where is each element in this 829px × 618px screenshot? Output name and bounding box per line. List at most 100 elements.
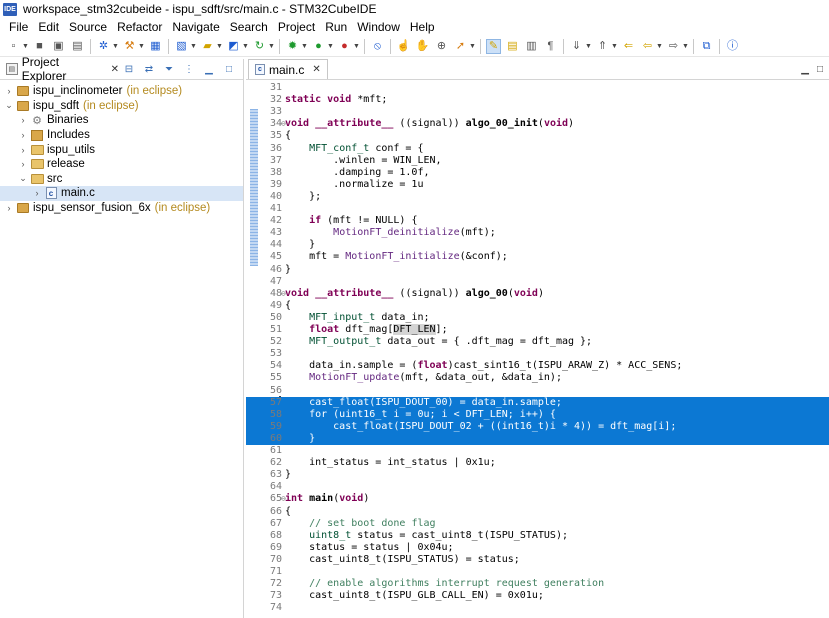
chevron-right-icon[interactable]: ›	[18, 145, 28, 155]
code-line[interactable]: 44 }	[246, 239, 829, 251]
tree-item-ispu-sdft[interactable]: ⌄ ispu_sdft (in eclipse)	[0, 99, 243, 114]
menu-run[interactable]: Run	[320, 20, 352, 34]
block-selection-icon[interactable]: ▥	[524, 39, 539, 54]
link-with-editor-icon[interactable]: ⇄	[143, 63, 155, 75]
code-line[interactable]: 52 MFT_output_t data_out = { .dft_mag = …	[246, 336, 829, 348]
save-all-icon[interactable]: ▣	[51, 39, 66, 54]
next-annotation-icon[interactable]: ⇓	[569, 39, 584, 54]
code-line[interactable]: 43 MotionFT_deinitialize(mft);	[246, 227, 829, 239]
code-line[interactable]: 48 ⊖ void __attribute__ ((signal)) algo_00…	[246, 288, 829, 300]
code-line[interactable]: 35{	[246, 130, 829, 142]
code-line[interactable]: 69 status = status | 0x04u;	[246, 542, 829, 554]
save-icon[interactable]: ■	[32, 39, 47, 54]
back-arrow-icon[interactable]: ⇦	[640, 39, 655, 54]
menu-refactor[interactable]: Refactor	[112, 20, 167, 34]
code-line[interactable]: 49{	[246, 300, 829, 312]
chevron-right-icon[interactable]: ›	[18, 130, 28, 140]
device-config-icon[interactable]: ▦	[148, 39, 163, 54]
show-whitespace-icon[interactable]: ▤	[505, 39, 520, 54]
code-line[interactable]: 57 cast_float(ISPU_DOUT_00) = data_in.sa…	[246, 396, 829, 409]
tree-item-includes[interactable]: › Includes	[0, 128, 243, 143]
forward-arrow-icon[interactable]: ⇨	[666, 39, 681, 54]
code-line[interactable]: 71	[246, 566, 829, 578]
open-folder-icon[interactable]: ▰	[200, 39, 215, 54]
menu-window[interactable]: Window	[352, 20, 405, 34]
launch-rocket-icon[interactable]: ➚	[453, 39, 468, 54]
refresh-icon[interactable]: ↻	[252, 39, 267, 54]
next-annotation-dropdown-arrow-icon[interactable]: ▼	[585, 39, 592, 54]
build-dropdown-arrow-icon[interactable]: ▼	[138, 39, 145, 54]
code-line[interactable]: 41	[246, 203, 829, 215]
code-line[interactable]: 64	[246, 481, 829, 493]
run-icon[interactable]: ●	[311, 39, 326, 54]
tree-item-main-c[interactable]: › c main.c	[0, 186, 243, 201]
open-task-icon[interactable]: ✋	[415, 39, 430, 54]
external-tools-dropdown-arrow-icon[interactable]: ▼	[353, 39, 360, 54]
menu-search[interactable]: Search	[225, 20, 273, 34]
code-line[interactable]: 38 .damping = 1.0f,	[246, 167, 829, 179]
code-line[interactable]: 51 float dft_mag[DFT_LEN];	[246, 324, 829, 336]
print-icon[interactable]: ▤	[70, 39, 85, 54]
code-line[interactable]: 61	[246, 445, 829, 457]
menu-source[interactable]: Source	[64, 20, 112, 34]
code-line[interactable]: 46}	[246, 264, 829, 276]
code-line[interactable]: 33	[246, 106, 829, 118]
minimize-icon[interactable]: ▁	[801, 64, 809, 75]
code-line[interactable]: 34 ⊖ void __attribute__ ((signal)) algo_00…	[246, 118, 829, 130]
code-line[interactable]: 50 MFT_input_t data_in;	[246, 312, 829, 324]
forward-dropdown-arrow-icon[interactable]: ▼	[682, 39, 689, 54]
debug-bug-icon[interactable]: ✹	[285, 39, 300, 54]
code-line[interactable]: 55 MotionFT_update(mft, &data_out, &data…	[246, 372, 829, 384]
previous-annotation-icon[interactable]: ⇑	[595, 39, 610, 54]
maximize-icon[interactable]: □	[817, 64, 823, 75]
tree-item-binaries[interactable]: › ⚙ Binaries	[0, 113, 243, 128]
menu-navigate[interactable]: Navigate	[167, 20, 224, 34]
open-folder-dropdown-arrow-icon[interactable]: ▼	[216, 39, 223, 54]
menu-file[interactable]: File	[4, 20, 33, 34]
information-icon[interactable]: ⓘ	[725, 39, 740, 54]
minimize-icon[interactable]: ▁	[203, 63, 215, 75]
new-dropdown-arrow-icon[interactable]: ▼	[22, 39, 29, 54]
code-line[interactable]: 40 };	[246, 191, 829, 203]
code-line[interactable]: 47	[246, 276, 829, 288]
debug-dropdown-arrow-icon[interactable]: ▼	[301, 39, 308, 54]
maximize-icon[interactable]: □	[223, 63, 235, 75]
code-line[interactable]: 74	[246, 602, 829, 614]
new-icon[interactable]: ▫	[6, 39, 21, 54]
code-line[interactable]: 63}	[246, 469, 829, 481]
tab-main-c[interactable]: c main.c ✕	[248, 59, 328, 79]
chevron-right-icon[interactable]: ›	[18, 159, 28, 169]
chevron-right-icon[interactable]: ›	[4, 203, 14, 213]
code-line[interactable]: 37 .winlen = WIN_LEN,	[246, 155, 829, 167]
settings-dropdown-arrow-icon[interactable]: ▼	[112, 39, 119, 54]
launch-dropdown-arrow-icon[interactable]: ▼	[469, 39, 476, 54]
code-line[interactable]: 58 for (uint16_t i = 0u; i < DFT_LEN; i+…	[246, 408, 829, 421]
chevron-right-icon[interactable]: ›	[4, 86, 14, 96]
code-line[interactable]: 73 cast_uint8_t(ISPU_GLB_CALL_EN) = 0x01…	[246, 590, 829, 602]
build-hammer-icon[interactable]: ⚒	[122, 39, 137, 54]
code-line[interactable]: 65 ⊖ int main(void)	[246, 493, 829, 505]
search-hand-icon[interactable]: ☝	[396, 39, 411, 54]
skip-breakpoints-icon[interactable]: ⦸	[370, 39, 385, 54]
code-line[interactable]: 60 }	[246, 432, 829, 445]
code-line[interactable]: 45 mft = MotionFT_initialize(&conf);	[246, 251, 829, 263]
code-line[interactable]: 53	[246, 348, 829, 360]
chevron-right-icon[interactable]: ›	[32, 188, 42, 198]
close-icon[interactable]: ✕	[111, 64, 119, 75]
new-project-dropdown-arrow-icon[interactable]: ▼	[190, 39, 197, 54]
new-class-dropdown-arrow-icon[interactable]: ▼	[242, 39, 249, 54]
tree-item-release[interactable]: › release	[0, 157, 243, 172]
chevron-down-icon[interactable]: ⌄	[18, 173, 28, 184]
code-line[interactable]: 39 .normalize = 1u	[246, 179, 829, 191]
external-tools-icon[interactable]: ●	[337, 39, 352, 54]
new-project-icon[interactable]: ▧	[174, 39, 189, 54]
last-edit-location-icon[interactable]: ⇐	[621, 39, 636, 54]
menu-help[interactable]: Help	[405, 20, 440, 34]
menu-edit[interactable]: Edit	[33, 20, 64, 34]
refresh-dropdown-arrow-icon[interactable]: ▼	[268, 39, 275, 54]
open-perspective-icon[interactable]: ⧉	[699, 39, 714, 54]
run-dropdown-arrow-icon[interactable]: ▼	[327, 39, 334, 54]
code-editor[interactable]: 31 32 static void *mft; 33 34 ⊖ void __attribu…	[246, 81, 829, 618]
filter-icon[interactable]: ⏷	[163, 63, 175, 75]
collapse-all-icon[interactable]: ⊟	[123, 63, 135, 75]
